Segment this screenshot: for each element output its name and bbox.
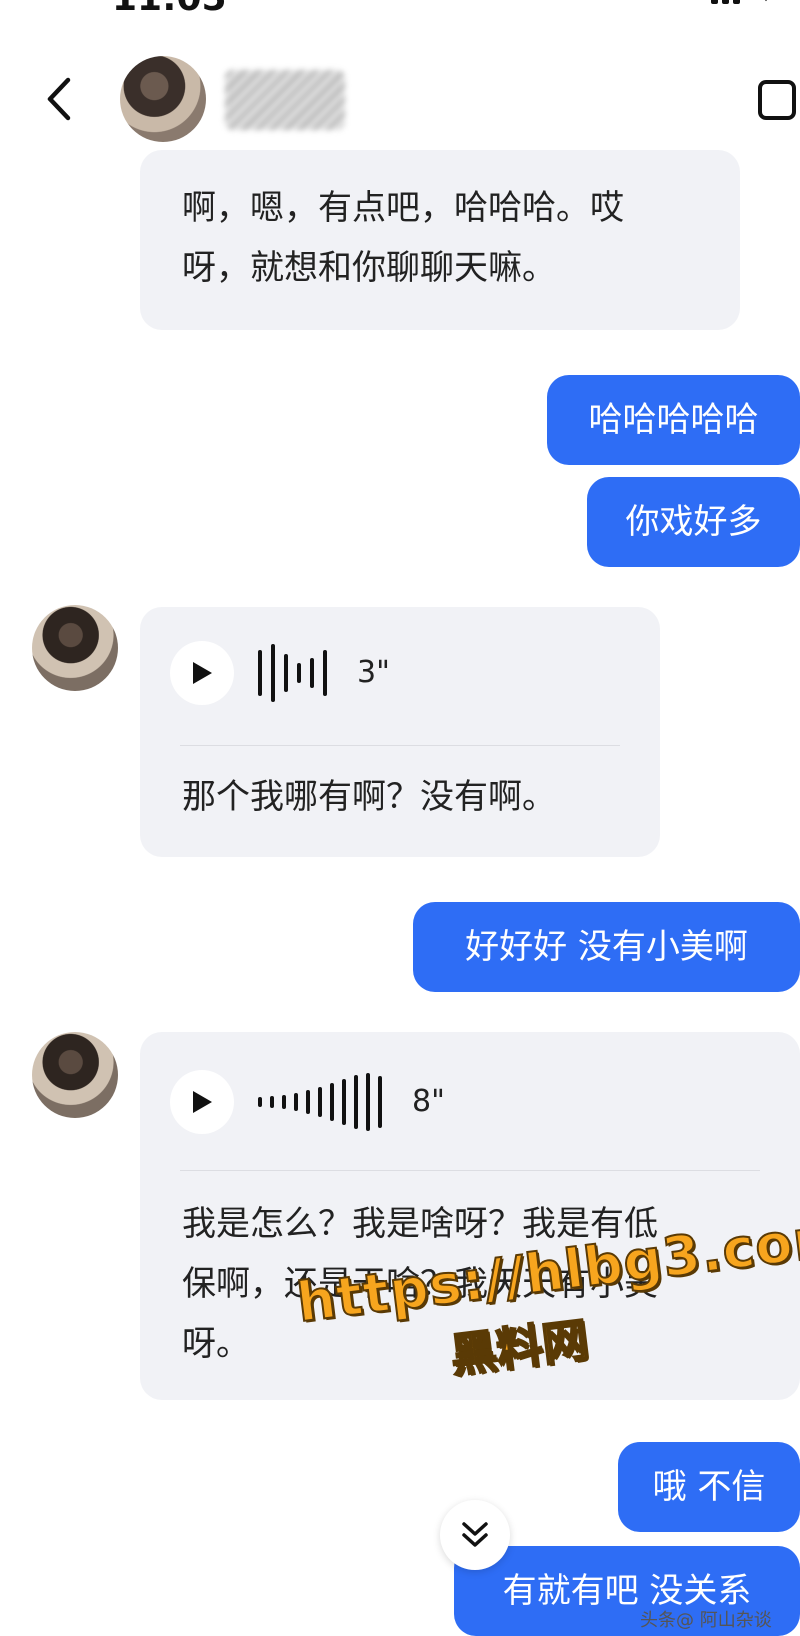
outgoing-message[interactable]: 你戏好多 (587, 477, 800, 567)
message-text: 哈哈哈哈哈 (588, 400, 759, 440)
outgoing-message[interactable]: 哈哈哈哈哈 (547, 375, 800, 465)
message-text: 哦 不信 (652, 1467, 766, 1507)
back-chevron-icon[interactable] (40, 74, 80, 124)
voice-player[interactable]: 8" (170, 1064, 445, 1140)
incoming-voice-message[interactable]: 3" 那个我哪有啊？没有啊。 (140, 607, 660, 857)
incoming-message[interactable]: 啊，嗯，有点吧，哈哈哈。哎 呀，就想和你聊聊天嘛。 (140, 150, 740, 330)
message-text: 好好好 没有小美啊 (465, 927, 748, 967)
contact-avatar[interactable] (32, 1032, 118, 1118)
double-chevron-down-icon (462, 1522, 488, 1547)
contact-avatar[interactable] (32, 605, 118, 691)
voice-player[interactable]: 3" (170, 635, 390, 711)
contact-name-blurred[interactable] (225, 70, 345, 130)
message-text: 有就有吧 没关系 (502, 1571, 752, 1611)
play-icon (193, 662, 212, 684)
contact-avatar[interactable] (120, 56, 206, 142)
divider (180, 745, 620, 746)
chat-header (0, 40, 800, 150)
source-tag: 头条@ 阿山杂谈 (640, 1610, 772, 1631)
play-button[interactable] (170, 1070, 234, 1134)
more-options-icon[interactable] (758, 80, 796, 120)
message-text-line: 呀，就想和你聊聊天嘛。 (182, 248, 556, 288)
message-text-line: 啊，嗯，有点吧，哈哈哈。哎 (182, 188, 624, 228)
outgoing-message[interactable]: 哦 不信 (618, 1442, 800, 1532)
outgoing-message[interactable]: 好好好 没有小美啊 (413, 902, 800, 992)
play-button[interactable] (170, 641, 234, 705)
voice-duration: 3" (357, 655, 390, 690)
divider (180, 1170, 760, 1171)
voice-transcript: 那个我哪有啊？没有啊。 (182, 777, 556, 817)
scroll-to-bottom-button[interactable] (440, 1500, 510, 1570)
status-time: 11:05 (112, 0, 227, 19)
play-icon (193, 1091, 212, 1113)
voice-duration: 8" (412, 1084, 445, 1119)
location-arrow-icon (765, 0, 767, 2)
message-text: 你戏好多 (625, 502, 762, 542)
waveform-icon (258, 644, 327, 702)
waveform-icon (258, 1073, 382, 1131)
signal-icon (711, 0, 740, 4)
